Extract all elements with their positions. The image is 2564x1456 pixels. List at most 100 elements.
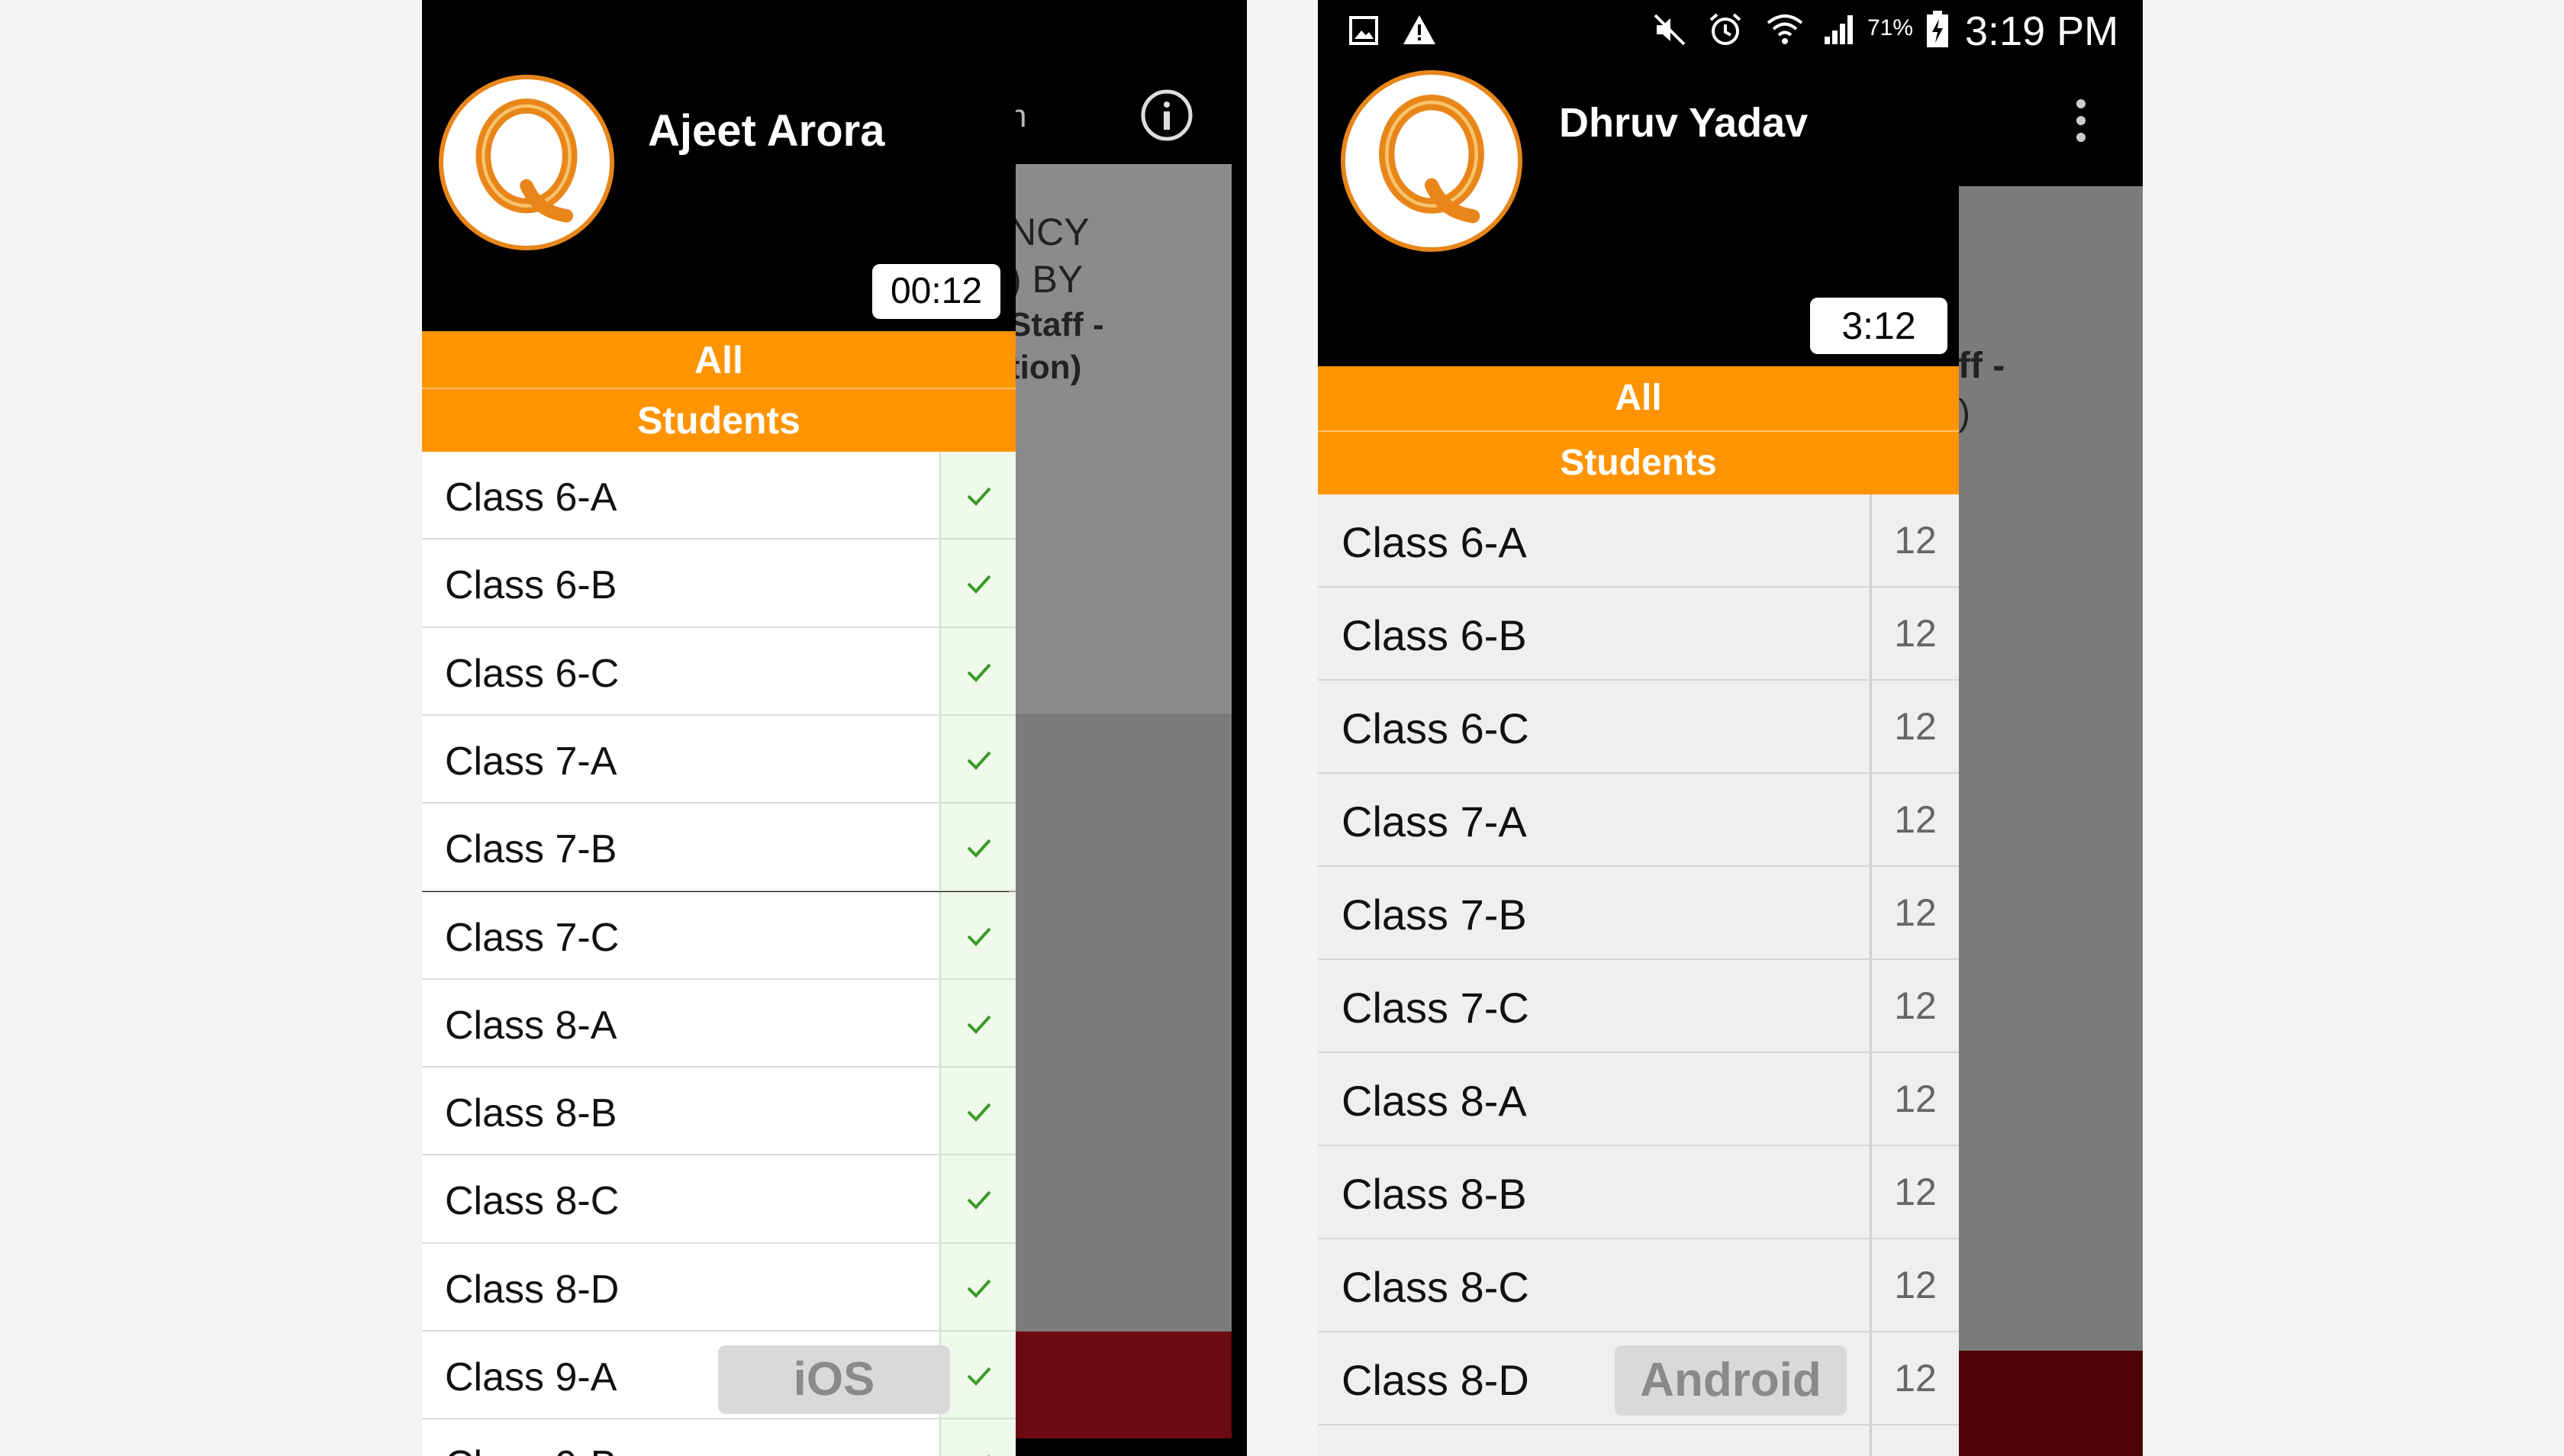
user-name: Ajeet Arora: [648, 106, 885, 156]
check-icon: [967, 1103, 991, 1122]
session-timer: 3:12: [1810, 298, 1947, 354]
selection-cell[interactable]: [939, 715, 1016, 803]
filter-all[interactable]: All: [1318, 366, 1959, 430]
selection-cell[interactable]: [939, 1419, 1016, 1456]
student-count: 12: [1870, 588, 1959, 679]
class-label: Class 8-A: [445, 1003, 617, 1048]
student-count: [1870, 1425, 1959, 1456]
background-footer-bar: [1958, 1351, 2143, 1456]
class-label: Class 6-C: [445, 651, 620, 696]
check-icon: [967, 1367, 991, 1386]
selection-cell[interactable]: [939, 627, 1016, 714]
class-label: Class 6-C: [1342, 704, 1529, 752]
class-list-item[interactable]: Class 7-C: [422, 891, 1016, 980]
check-icon: [967, 1279, 991, 1298]
class-label: Class 6-A: [1342, 518, 1527, 566]
status-time: 3:19 PM: [1965, 8, 2119, 54]
class-label: Class 8-A: [1342, 1077, 1527, 1125]
background-text-line: ff -: [1958, 346, 2005, 386]
logo-q-icon: [439, 75, 614, 250]
background-text-line: NCY: [1009, 211, 1090, 253]
class-list-item[interactable]: Class 7-B 12: [1318, 867, 1959, 960]
check-icon: [967, 487, 991, 506]
student-count: 12: [1870, 867, 1959, 958]
class-label: Class 7-B: [445, 827, 617, 872]
student-count: 12: [1870, 774, 1959, 865]
class-label: Class 7-A: [445, 739, 617, 784]
selection-cell[interactable]: [939, 1068, 1016, 1155]
background-panel: [1009, 714, 1232, 1332]
background-text-line: Staff -: [1009, 306, 1104, 343]
class-label: Class 8-B: [445, 1091, 617, 1136]
selection-cell[interactable]: [939, 1332, 1016, 1419]
ios-phone: n NCY ) BY Staff - tion) Ajeet Arora 00:…: [422, 0, 1247, 1456]
overflow-menu-icon[interactable]: [2073, 98, 2089, 143]
class-list-item[interactable]: Class 8-A: [422, 979, 1016, 1068]
class-list-item[interactable]: Class 9-B: [422, 1419, 1016, 1456]
selection-cell[interactable]: [939, 1155, 1016, 1242]
class-list-item[interactable]: Class 6-B: [422, 540, 1016, 628]
class-list-item[interactable]: Class 8-B: [422, 1068, 1016, 1156]
selection-cell[interactable]: [939, 1243, 1016, 1330]
background-text-line: ) BY: [1009, 258, 1084, 301]
selection-cell[interactable]: [939, 540, 1016, 627]
class-list-item[interactable]: Class 7-B: [422, 804, 1016, 892]
check-icon: [967, 575, 991, 594]
platform-badge-ios: iOS: [718, 1345, 950, 1414]
selection-cell[interactable]: [939, 452, 1016, 539]
class-list-item[interactable]: Class 6-A: [422, 452, 1016, 540]
android-phone: 71% 3:19 PM ff - ) Dhruv Yadav 3:12 All …: [1318, 0, 2143, 1456]
selection-cell[interactable]: [939, 979, 1016, 1067]
background-footer-bar: [1009, 1332, 1232, 1438]
selection-cell[interactable]: [939, 891, 1016, 978]
class-label: Class 6-B: [445, 563, 617, 608]
filter-students[interactable]: Students: [1318, 432, 1959, 494]
navigation-drawer: Ajeet Arora 00:12 All Students Class 6-A…: [422, 0, 1016, 1456]
class-list-item[interactable]: Class 6-A 12: [1318, 494, 1959, 588]
check-icon: [967, 839, 991, 858]
drawer-header: Ajeet Arora 00:12: [422, 0, 1016, 334]
class-list-item[interactable]: Class 7-A: [422, 715, 1016, 804]
check-icon: [967, 1015, 991, 1034]
class-list-item[interactable]: Class 8-B 12: [1318, 1146, 1959, 1239]
class-label: Class 9-B: [445, 1442, 617, 1456]
class-list-item[interactable]: Class 8-A 12: [1318, 1053, 1959, 1146]
class-label: Class 7-C: [445, 915, 620, 960]
class-list-item[interactable]: Class 6-C: [422, 627, 1016, 716]
check-icon: [967, 751, 991, 770]
check-icon: [967, 1191, 991, 1210]
class-list-item[interactable]: [1318, 1425, 1959, 1456]
class-label: Class 8-C: [1342, 1263, 1529, 1311]
student-count: 12: [1870, 1332, 1959, 1424]
student-count: 12: [1870, 960, 1959, 1052]
class-label: Class 7-B: [1342, 891, 1527, 939]
class-label: Class 8-D: [445, 1267, 620, 1312]
class-label: Class 8-C: [445, 1179, 620, 1224]
logo-q-icon: [1341, 70, 1522, 252]
class-label: Class 8-D: [1342, 1356, 1529, 1404]
class-list-item[interactable]: Class 6-B 12: [1318, 588, 1959, 681]
class-list-item[interactable]: Class 7-C 12: [1318, 960, 1959, 1053]
class-list-item[interactable]: Class 8-D: [422, 1243, 1016, 1332]
class-list-item[interactable]: Class 7-A 12: [1318, 774, 1959, 867]
session-timer: 00:12: [872, 264, 1000, 319]
check-icon: [967, 927, 991, 946]
background-notice-card: ff - ): [1958, 186, 2143, 1351]
class-list-item[interactable]: Class 6-C 12: [1318, 681, 1959, 774]
class-list-item[interactable]: Class 8-C: [422, 1155, 1016, 1244]
background-text-line: ): [1958, 393, 1970, 433]
check-icon: [967, 663, 991, 682]
navigation-drawer: Dhruv Yadav 3:12 All Students Class 6-A 1…: [1318, 0, 1959, 1456]
student-count: 12: [1870, 681, 1959, 772]
info-icon[interactable]: [1140, 89, 1193, 142]
filter-students[interactable]: Students: [422, 389, 1016, 452]
filter-all[interactable]: All: [422, 331, 1016, 389]
user-name: Dhruv Yadav: [1559, 100, 1809, 146]
class-list-item[interactable]: Class 8-C 12: [1318, 1239, 1959, 1332]
background-text-line: tion): [1009, 349, 1082, 386]
student-count: 12: [1870, 1146, 1959, 1238]
student-count: 12: [1870, 1239, 1959, 1331]
class-label: Class 8-B: [1342, 1170, 1527, 1218]
class-label: Class 7-C: [1342, 984, 1529, 1032]
selection-cell[interactable]: [939, 804, 1016, 891]
